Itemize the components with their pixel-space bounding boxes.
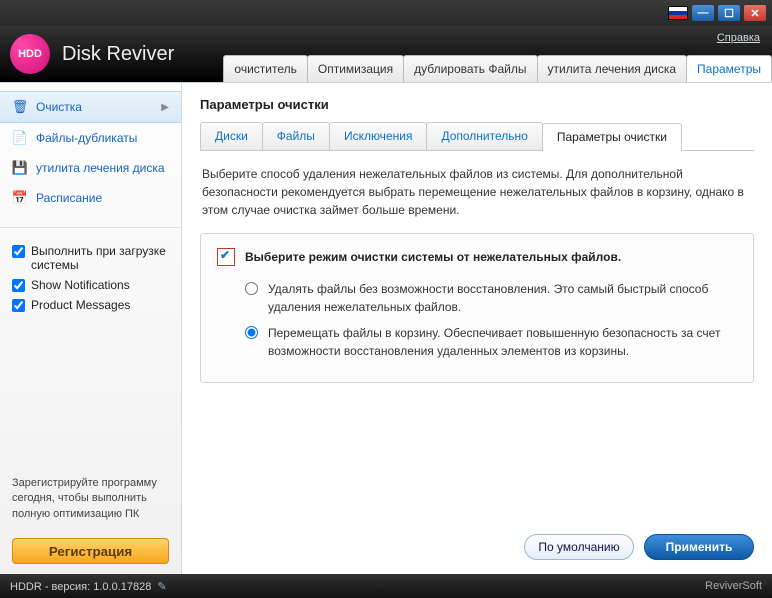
option-label: Перемещать файлы в корзину. Обеспечивает…: [268, 324, 737, 360]
option-label: Удалять файлы без возможности восстановл…: [268, 280, 737, 316]
subtab-0[interactable]: Диски: [200, 122, 263, 150]
subtab-2[interactable]: Исключения: [329, 122, 428, 150]
close-button[interactable]: ✕: [744, 5, 766, 21]
minimize-button[interactable]: —: [692, 5, 714, 21]
brand-label: ReviverSoft: [705, 580, 762, 592]
sidebar-item-label: утилита лечения диска: [36, 161, 165, 175]
edit-icon[interactable]: ✎: [157, 581, 166, 593]
promo-text: Зарегистрируйте программу сегодня, чтобы…: [0, 466, 181, 532]
subtab-3[interactable]: Дополнительно: [426, 122, 542, 150]
checkbox[interactable]: [12, 245, 25, 258]
check-label: Show Notifications: [31, 278, 130, 292]
sidebar-item-label: Расписание: [36, 191, 102, 205]
app-title: Disk Reviver: [62, 43, 174, 66]
sidebar-check-2[interactable]: Product Messages: [12, 298, 169, 312]
sidebar-item-label: Файлы-дубликаты: [36, 131, 137, 145]
checkbox[interactable]: [12, 279, 25, 292]
clean-option-1[interactable]: Перемещать файлы в корзину. Обеспечивает…: [245, 324, 737, 360]
sidebar-icon: 💾: [12, 160, 28, 176]
sidebar-icon: 📅: [12, 190, 28, 206]
topnav-tab-2[interactable]: дублировать Файлы: [403, 55, 537, 82]
radio[interactable]: [245, 326, 258, 339]
version-label: HDDR - версия: 1.0.0.17828✎: [10, 580, 167, 593]
maximize-button[interactable]: ☐: [718, 5, 740, 21]
topnav-tab-4[interactable]: Параметры: [686, 55, 772, 82]
top-nav: очистительОптимизациядублировать Файлыут…: [224, 55, 772, 82]
page-description: Выберите способ удаления нежелательных ф…: [202, 165, 752, 219]
apply-button[interactable]: Применить: [644, 534, 754, 560]
sidebar-icon: 🗑: [12, 99, 28, 115]
sidebar-item-2[interactable]: 💾 утилита лечения диска: [0, 153, 181, 183]
sidebar-item-3[interactable]: 📅 Расписание: [0, 183, 181, 213]
panel-title: Выберите режим очистки системы от нежела…: [245, 250, 621, 264]
topnav-tab-1[interactable]: Оптимизация: [307, 55, 404, 82]
radio[interactable]: [245, 282, 258, 295]
page-title: Параметры очистки: [200, 97, 754, 112]
subtab-4[interactable]: Параметры очистки: [542, 123, 682, 151]
app-logo: HDD: [10, 34, 50, 74]
topnav-tab-3[interactable]: утилита лечения диска: [537, 55, 688, 82]
checkbox[interactable]: [12, 299, 25, 312]
sidebar-item-label: Очистка: [36, 100, 82, 114]
check-label: Выполнить при загрузке системы: [31, 244, 169, 272]
clean-option-0[interactable]: Удалять файлы без возможности восстановл…: [245, 280, 737, 316]
subtab-1[interactable]: Файлы: [262, 122, 330, 150]
sidebar-item-1[interactable]: 📄 Файлы-дубликаты: [0, 123, 181, 153]
chevron-right-icon: ▶: [161, 102, 169, 113]
default-button[interactable]: По умолчанию: [524, 534, 634, 560]
locale-flag[interactable]: [668, 6, 688, 20]
topnav-tab-0[interactable]: очиститель: [223, 55, 307, 82]
sidebar-check-1[interactable]: Show Notifications: [12, 278, 169, 292]
sidebar-icon: 📄: [12, 130, 28, 146]
cleanmode-icon: [217, 248, 235, 266]
sidebar-check-0[interactable]: Выполнить при загрузке системы: [12, 244, 169, 272]
check-label: Product Messages: [31, 298, 130, 312]
register-button[interactable]: Регистрация: [12, 538, 169, 564]
sidebar-item-0[interactable]: 🗑 Очистка ▶: [0, 91, 181, 123]
help-link[interactable]: Справка: [717, 32, 760, 44]
